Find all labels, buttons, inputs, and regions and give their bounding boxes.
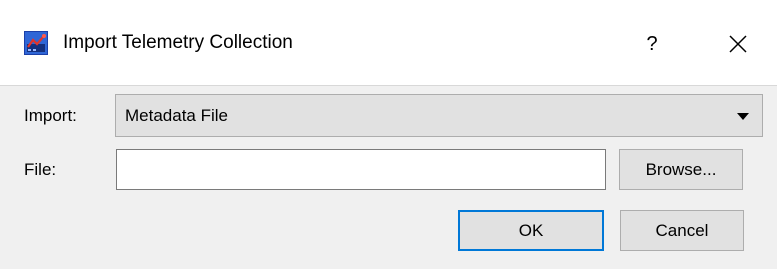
title-bar: Import Telemetry Collection ?	[0, 0, 777, 86]
import-telemetry-dialog: Import Telemetry Collection ? Import: Me…	[0, 0, 777, 269]
browse-button[interactable]: Browse...	[619, 149, 743, 190]
ok-button[interactable]: OK	[458, 210, 604, 251]
telemetry-app-icon	[24, 31, 48, 55]
help-button[interactable]: ?	[632, 24, 672, 64]
chevron-down-icon	[737, 113, 749, 120]
import-type-value: Metadata File	[125, 106, 228, 125]
close-icon	[729, 35, 747, 53]
import-label: Import:	[24, 106, 77, 125]
window-title: Import Telemetry Collection	[63, 32, 293, 53]
import-type-select[interactable]: Metadata File	[115, 94, 763, 137]
cancel-button[interactable]: Cancel	[620, 210, 744, 251]
close-button[interactable]	[716, 24, 760, 64]
file-label: File:	[24, 160, 57, 179]
file-path-input[interactable]	[116, 149, 606, 190]
